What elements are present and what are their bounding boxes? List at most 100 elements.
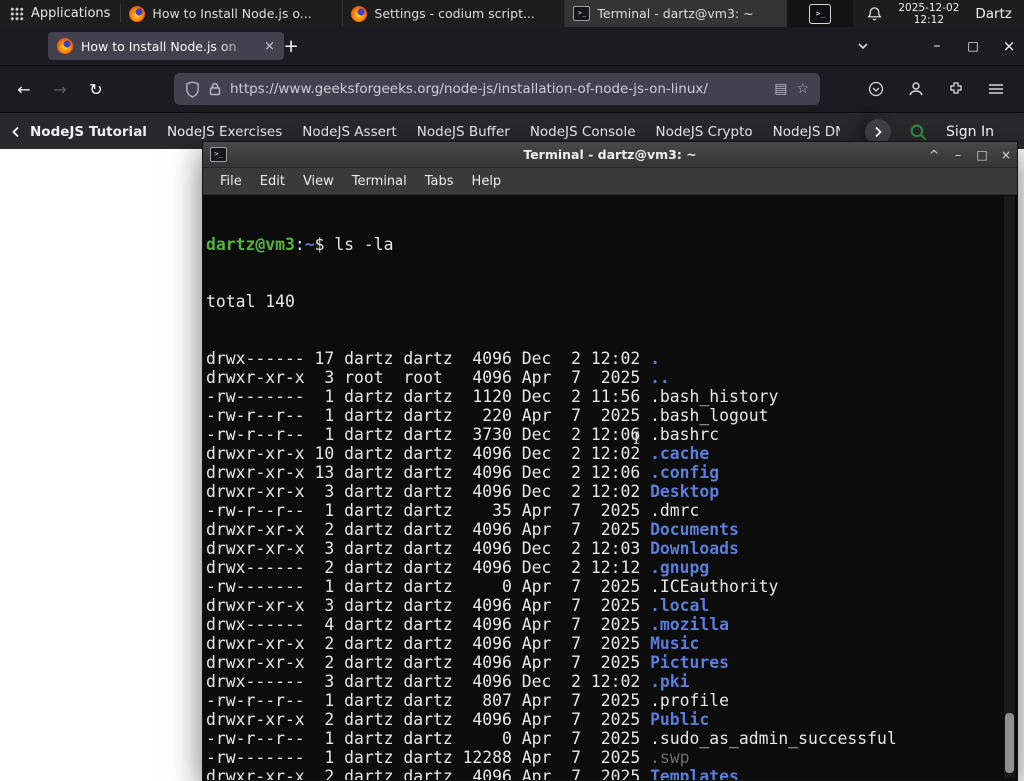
terminal-scrollbar-thumb[interactable] <box>1005 713 1014 773</box>
menu-button[interactable] <box>980 73 1012 105</box>
listing-name: .profile <box>650 691 730 710</box>
forward-button[interactable]: → <box>44 73 76 105</box>
listing-meta: -rw-r--r-- 1 dartz dartz 35 Apr 7 2025 <box>206 501 651 520</box>
notifications-bell-icon[interactable] <box>867 6 883 22</box>
terminal-line: -rw------- 1 dartz dartz 12288 Apr 7 202… <box>206 748 1017 767</box>
terminal-menu-help[interactable]: Help <box>463 172 511 191</box>
terminal-line: -rw-r--r-- 1 dartz dartz 35 Apr 7 2025 .… <box>206 501 1017 520</box>
tracking-shield-icon[interactable] <box>185 80 200 98</box>
gfg-nav-link[interactable]: NodeJS Crypto <box>656 124 753 140</box>
terminal-line: -rw------- 1 dartz dartz 1120 Dec 2 11:5… <box>206 387 1017 406</box>
listing-meta: drwxr-xr-x 3 dartz dartz 4096 Dec 2 12:0… <box>206 482 651 501</box>
url-text[interactable]: https://www.geeksforgeeks.org/node-js/in… <box>230 81 765 97</box>
terminal-output[interactable]: dartz@vm3:~$ ls -la total 140 drwx------… <box>203 195 1017 780</box>
listing-meta: drwxr-xr-x 2 dartz dartz 4096 Apr 7 2025 <box>206 520 651 539</box>
browser-toolbar: ← → ↻ https://www.geeksforgeeks.org/node… <box>0 66 1024 113</box>
terminal-line: drwxr-xr-x 2 dartz dartz 4096 Apr 7 2025… <box>206 653 1017 672</box>
account-icon[interactable] <box>900 73 932 105</box>
browser-close-button[interactable]: × <box>994 31 1024 61</box>
terminal-prompt-line: dartz@vm3:~$ ls -la <box>206 235 1017 254</box>
listing-name: Public <box>650 710 710 729</box>
terminal-line: drwxr-xr-x 10 dartz dartz 4096 Dec 2 12:… <box>206 444 1017 463</box>
applications-menu-button[interactable]: Applications <box>0 0 120 27</box>
listing-meta: drwxr-xr-x 13 dartz dartz 4096 Dec 2 12:… <box>206 463 651 482</box>
listing-meta: drwx------ 3 dartz dartz 4096 Dec 2 12:0… <box>206 672 651 691</box>
user-menu[interactable]: Dartz <box>975 6 1016 22</box>
terminal-line: drwxr-xr-x 2 dartz dartz 4096 Apr 7 2025… <box>206 767 1017 780</box>
listing-name: .. <box>650 368 670 387</box>
tab-close-icon[interactable]: × <box>264 39 275 54</box>
terminal-scrollbar[interactable] <box>1004 196 1015 778</box>
listing-name: .local <box>650 596 710 615</box>
taskbar-window-title: Terminal - dartz@vm3: ~ <box>597 6 754 21</box>
terminal-line: -rw-r--r-- 1 dartz dartz 3730 Dec 2 12:0… <box>206 425 1017 444</box>
panel-right-group: 2025-12-02 12:12 Dartz <box>867 0 1024 27</box>
terminal-close-button[interactable]: × <box>997 146 1015 164</box>
listing-meta: -rw------- 1 dartz dartz 1120 Dec 2 11:5… <box>206 387 651 406</box>
extensions-icon[interactable] <box>940 73 972 105</box>
listing-meta: drwxr-xr-x 3 root root 4096 Apr 7 2025 <box>206 368 651 387</box>
reader-mode-icon[interactable]: ▤ <box>774 81 787 97</box>
gfg-nav-link[interactable]: NodeJS Console <box>530 124 636 140</box>
listing-meta: -rw------- 1 dartz dartz 12288 Apr 7 202… <box>206 748 651 767</box>
gfg-nav-link[interactable]: NodeJS Assert <box>302 124 397 140</box>
pocket-icon[interactable] <box>860 73 892 105</box>
taskbar-window-buttons: How to Install Node.js o... Settings - co… <box>121 0 788 27</box>
url-bar[interactable]: https://www.geeksforgeeks.org/node-js/in… <box>174 73 820 105</box>
listing-meta: drwx------ 17 dartz dartz 4096 Dec 2 12:… <box>206 349 651 368</box>
clock[interactable]: 2025-12-02 12:12 <box>898 2 959 26</box>
gfg-nav-link[interactable]: NodeJS Buffer <box>417 124 510 140</box>
terminal-minimize-button[interactable]: – <box>949 146 967 164</box>
tray-terminal-icon[interactable] <box>809 3 832 24</box>
list-tabs-chevron-icon[interactable] <box>850 34 876 58</box>
listing-meta: drwx------ 2 dartz dartz 4096 Dec 2 12:1… <box>206 558 651 577</box>
gfg-nav-link[interactable]: NodeJS DNS <box>773 124 840 140</box>
terminal-menu-terminal[interactable]: Terminal <box>343 172 416 191</box>
reload-button[interactable]: ↻ <box>80 73 112 105</box>
terminal-line: drwxr-xr-x 3 dartz dartz 4096 Dec 2 12:0… <box>206 539 1017 558</box>
browser-minimize-button[interactable]: – <box>922 31 952 61</box>
user-name: Dartz <box>975 5 1012 22</box>
prompt-colon: : <box>294 235 305 254</box>
new-tab-button[interactable]: + <box>278 33 304 59</box>
terminal-maximize-button[interactable]: □ <box>973 146 991 164</box>
prompt-path: ~ <box>304 235 315 254</box>
lock-icon[interactable] <box>209 82 221 96</box>
clock-time: 12:12 <box>913 13 944 26</box>
nav-scroll-left-icon[interactable] <box>10 125 22 139</box>
taskbar-window-button[interactable]: How to Install Node.js o... <box>121 0 344 27</box>
terminal-menu-view[interactable]: View <box>294 172 343 191</box>
gfg-nav-link[interactable]: NodeJS Exercises <box>167 124 282 140</box>
bookmark-star-icon[interactable]: ☆ <box>796 81 809 97</box>
listing-meta: -rw-r--r-- 1 dartz dartz 3730 Dec 2 12:0… <box>206 425 651 444</box>
terminal-icon <box>573 6 591 21</box>
taskbar-window-button[interactable]: Settings - codium script... <box>343 0 566 27</box>
search-icon[interactable] <box>909 123 928 142</box>
terminal-menu-tabs[interactable]: Tabs <box>416 172 463 191</box>
listing-meta: -rw-r--r-- 1 dartz dartz 807 Apr 7 2025 <box>206 691 651 710</box>
back-button[interactable]: ← <box>8 73 40 105</box>
taskbar-window-title: How to Install Node.js o... <box>152 6 312 21</box>
browser-tab[interactable]: How to Install Node.js on × <box>48 32 284 60</box>
firefox-icon <box>351 5 368 22</box>
terminal-title-bar[interactable]: Terminal - dartz@vm3: ~ ^ – □ × <box>203 142 1017 168</box>
gfg-nav-link[interactable]: NodeJS Tutorial <box>30 124 147 140</box>
sign-in-button[interactable]: Sign In <box>946 124 994 140</box>
listing-name: .bash_history <box>650 387 779 406</box>
applications-icon <box>10 7 24 21</box>
browser-tab-bar: How to Install Node.js on × + – □ × <box>0 27 1024 66</box>
listing-name: .pki <box>650 672 690 691</box>
terminal-menu-edit[interactable]: Edit <box>251 172 294 191</box>
listing-name: Documents <box>650 520 739 539</box>
terminal-menu-file[interactable]: File <box>211 172 251 191</box>
listing-name: .config <box>650 463 720 482</box>
firefox-favicon <box>57 38 73 54</box>
terminal-line: -rw-r--r-- 1 dartz dartz 0 Apr 7 2025 .s… <box>206 729 1017 748</box>
terminal-window: Terminal - dartz@vm3: ~ ^ – □ × FileEdit… <box>202 141 1018 781</box>
listing-name: Downloads <box>650 539 739 558</box>
gfg-nav-links: NodeJS Tutorial NodeJS Exercises NodeJS As… <box>30 124 840 140</box>
browser-maximize-button[interactable]: □ <box>958 31 988 61</box>
listing-meta: drwxr-xr-x 2 dartz dartz 4096 Apr 7 2025 <box>206 710 651 729</box>
taskbar-window-button[interactable]: Terminal - dartz@vm3: ~ <box>565 0 788 27</box>
terminal-shade-button[interactable]: ^ <box>925 146 943 164</box>
